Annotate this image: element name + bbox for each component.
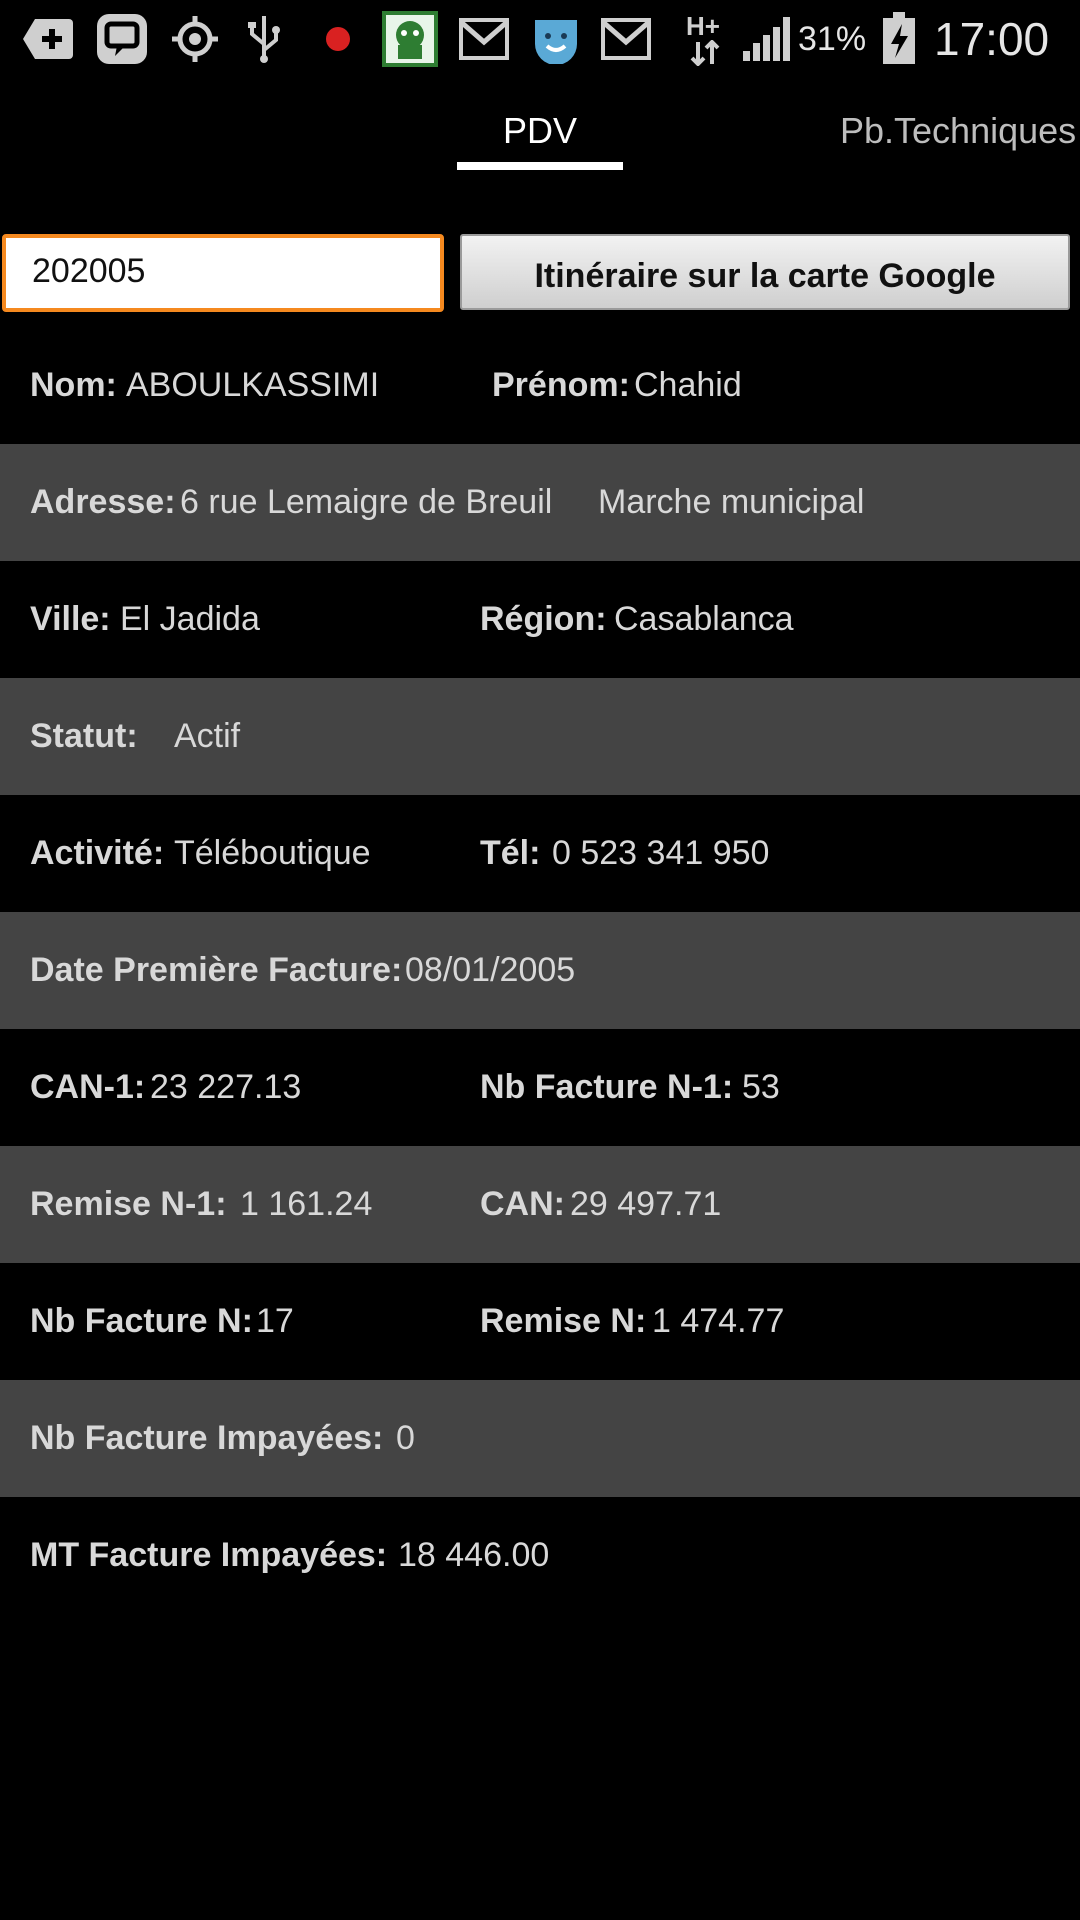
activite-value: Téléboutique (174, 834, 371, 872)
row-can-n1: CAN-1: 23 227.13 Nb Facture N-1: 53 (0, 1029, 1080, 1146)
can-n1-label: CAN-1: (30, 1068, 146, 1106)
tab-pdv[interactable]: PDV (457, 104, 623, 158)
nb-facture-n-label: Nb Facture N: (30, 1302, 253, 1340)
region-label: Région: (480, 600, 607, 638)
network-h-plus-icon: H+ (684, 12, 728, 66)
google-map-itinerary-button[interactable]: Itinéraire sur la carte Google (460, 234, 1070, 310)
add-box-icon (18, 12, 78, 66)
gmail-icon (458, 12, 510, 66)
nom-label: Nom: (30, 366, 117, 404)
adresse-value: 6 rue Lemaigre de Breuil (180, 483, 553, 521)
can-label: CAN: (480, 1185, 565, 1223)
mt-impayees-value: 18 446.00 (398, 1536, 550, 1574)
remise-n1-label: Remise N-1: (30, 1185, 227, 1223)
statut-label: Statut: (30, 717, 138, 755)
row-adresse: Adresse: 6 rue Lemaigre de Breuil Marche… (0, 444, 1080, 561)
prenom-value: Chahid (634, 366, 742, 404)
android-app-icon (382, 11, 438, 67)
row-statut: Statut: Actif (0, 678, 1080, 795)
nb-impayees-label: Nb Facture Impayées: (30, 1419, 384, 1457)
statut-value: Actif (174, 717, 241, 755)
pdv-code-input[interactable]: 202005 (2, 234, 444, 312)
nb-facture-n-value: 17 (256, 1302, 294, 1340)
prenom-label: Prénom: (492, 366, 630, 404)
battery-charging-icon (878, 12, 920, 66)
row-nb-facture-impayees: Nb Facture Impayées: 0 (0, 1380, 1080, 1497)
mt-impayees-label: MT Facture Impayées: (30, 1536, 388, 1574)
status-time: 17:00 (934, 13, 1050, 65)
row-ville-region: Ville: El Jadida Région: Casablanca (0, 561, 1080, 678)
date-facture-value: 08/01/2005 (405, 951, 576, 989)
region-value: Casablanca (614, 600, 794, 638)
remise-n1-value: 1 161.24 (240, 1185, 373, 1223)
nb-facture-n1-value: 53 (742, 1068, 780, 1106)
gmail-icon (600, 12, 652, 66)
adresse-value-2: Marche municipal (598, 483, 865, 521)
row-nom-prenom: Nom: ABOULKASSIMI Prénom: Chahid (0, 327, 1080, 444)
nb-impayees-value: 0 (396, 1419, 415, 1457)
app-face-icon (530, 12, 582, 66)
remise-n-label: Remise N: (480, 1302, 647, 1340)
battery-percent: 31% (798, 20, 867, 58)
row-activite-tel: Activité: Téléboutique Tél: 0 523 341 95… (0, 795, 1080, 912)
tab-selected-indicator (457, 162, 623, 170)
remise-n-value: 1 474.77 (652, 1302, 785, 1340)
network-label: H+ (686, 11, 720, 41)
record-dot-icon (322, 12, 354, 66)
ville-value: El Jadida (120, 600, 260, 638)
nom-value: ABOULKASSIMI (126, 366, 380, 404)
adresse-label: Adresse: (30, 483, 176, 521)
usb-icon (240, 12, 288, 66)
can-value: 29 497.71 (570, 1185, 722, 1223)
tel-label: Tél: (480, 834, 541, 872)
tel-value: 0 523 341 950 (552, 834, 770, 872)
chat-app-icon (92, 12, 152, 66)
can-n1-value: 23 227.13 (150, 1068, 302, 1106)
date-facture-label: Date Première Facture: (30, 951, 403, 989)
row-mt-facture-impayees: MT Facture Impayées: 18 446.00 (0, 1497, 1080, 1614)
row-nb-facture-n-remise-n: Nb Facture N: 17 Remise N: 1 474.77 (0, 1263, 1080, 1380)
tab-pb-techniques[interactable]: Pb.Techniques (840, 104, 1080, 158)
activite-label: Activité: (30, 834, 165, 872)
ville-label: Ville: (30, 600, 111, 638)
status-bar: H+ 31% 17:00 (0, 0, 1080, 78)
gps-icon (166, 12, 224, 66)
row-remise-n1-can: Remise N-1: 1 161.24 CAN: 29 497.71 (0, 1146, 1080, 1263)
nb-facture-n1-label: Nb Facture N-1: (480, 1068, 734, 1106)
signal-icon (740, 12, 792, 66)
row-date-premiere-facture: Date Première Facture: 08/01/2005 (0, 912, 1080, 1029)
